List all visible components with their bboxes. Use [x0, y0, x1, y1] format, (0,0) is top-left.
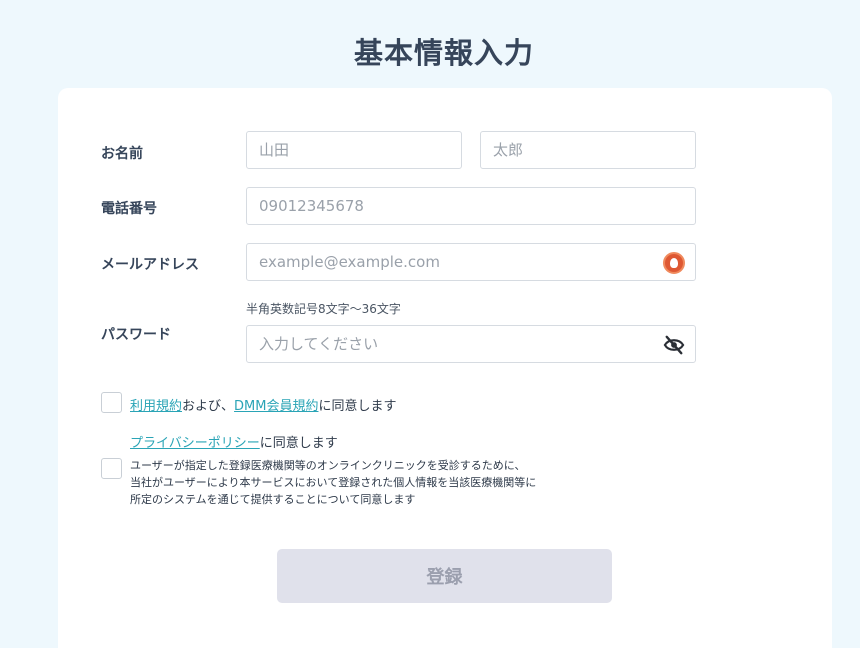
password-input[interactable]	[259, 335, 683, 353]
terms-suffix-text: に同意します	[318, 399, 397, 414]
consent-line-3: 所定のシステムを通じて提供することについて同意します	[130, 493, 416, 506]
duckduckgo-icon[interactable]	[663, 252, 685, 274]
email-field[interactable]	[246, 243, 696, 281]
dmm-terms-link[interactable]: DMM会員規約	[234, 399, 318, 414]
consent-line-2: 当社がユーザーにより本サービスにおいて登録された個人情報を当該医療機関等に	[130, 476, 537, 489]
privacy-policy-link[interactable]: プライバシーポリシー	[130, 436, 260, 451]
phone-field[interactable]	[246, 187, 696, 225]
consent-checkbox[interactable]	[101, 458, 122, 479]
last-name-field[interactable]	[246, 131, 462, 169]
register-button[interactable]: 登録	[277, 549, 612, 603]
privacy-agreement: プライバシーポリシーに同意します	[130, 432, 338, 451]
terms-link[interactable]: 利用規約	[130, 399, 182, 414]
privacy-suffix-text: に同意します	[259, 436, 338, 451]
phone-input[interactable]	[259, 197, 683, 215]
password-field[interactable]	[246, 325, 696, 363]
password-label: パスワード	[101, 327, 171, 343]
first-name-field[interactable]	[480, 131, 696, 169]
first-name-input[interactable]	[493, 141, 683, 159]
email-input[interactable]	[259, 253, 683, 271]
email-label: メールアドレス	[101, 257, 199, 273]
form-card: お名前 電話番号 メールアドレス 半角英数記号8文字〜36文字 パスワード 利用…	[58, 88, 832, 648]
terms-agreement: 利用規約および、DMM会員規約に同意します	[130, 395, 397, 414]
terms-middle-text: および、	[182, 399, 235, 414]
name-label: お名前	[101, 146, 143, 162]
eye-slash-icon[interactable]	[663, 335, 685, 355]
consent-line-1: ユーザーが指定した登録医療機関等のオンラインクリニックを受診するために、	[130, 459, 526, 472]
page-title: 基本情報入力	[353, 36, 534, 70]
terms-checkbox[interactable]	[101, 392, 122, 413]
phone-label: 電話番号	[101, 201, 157, 217]
password-hint: 半角英数記号8文字〜36文字	[246, 302, 401, 316]
consent-text: ユーザーが指定した登録医療機関等のオンラインクリニックを受診するために、 当社が…	[130, 457, 560, 508]
last-name-input[interactable]	[259, 141, 449, 159]
